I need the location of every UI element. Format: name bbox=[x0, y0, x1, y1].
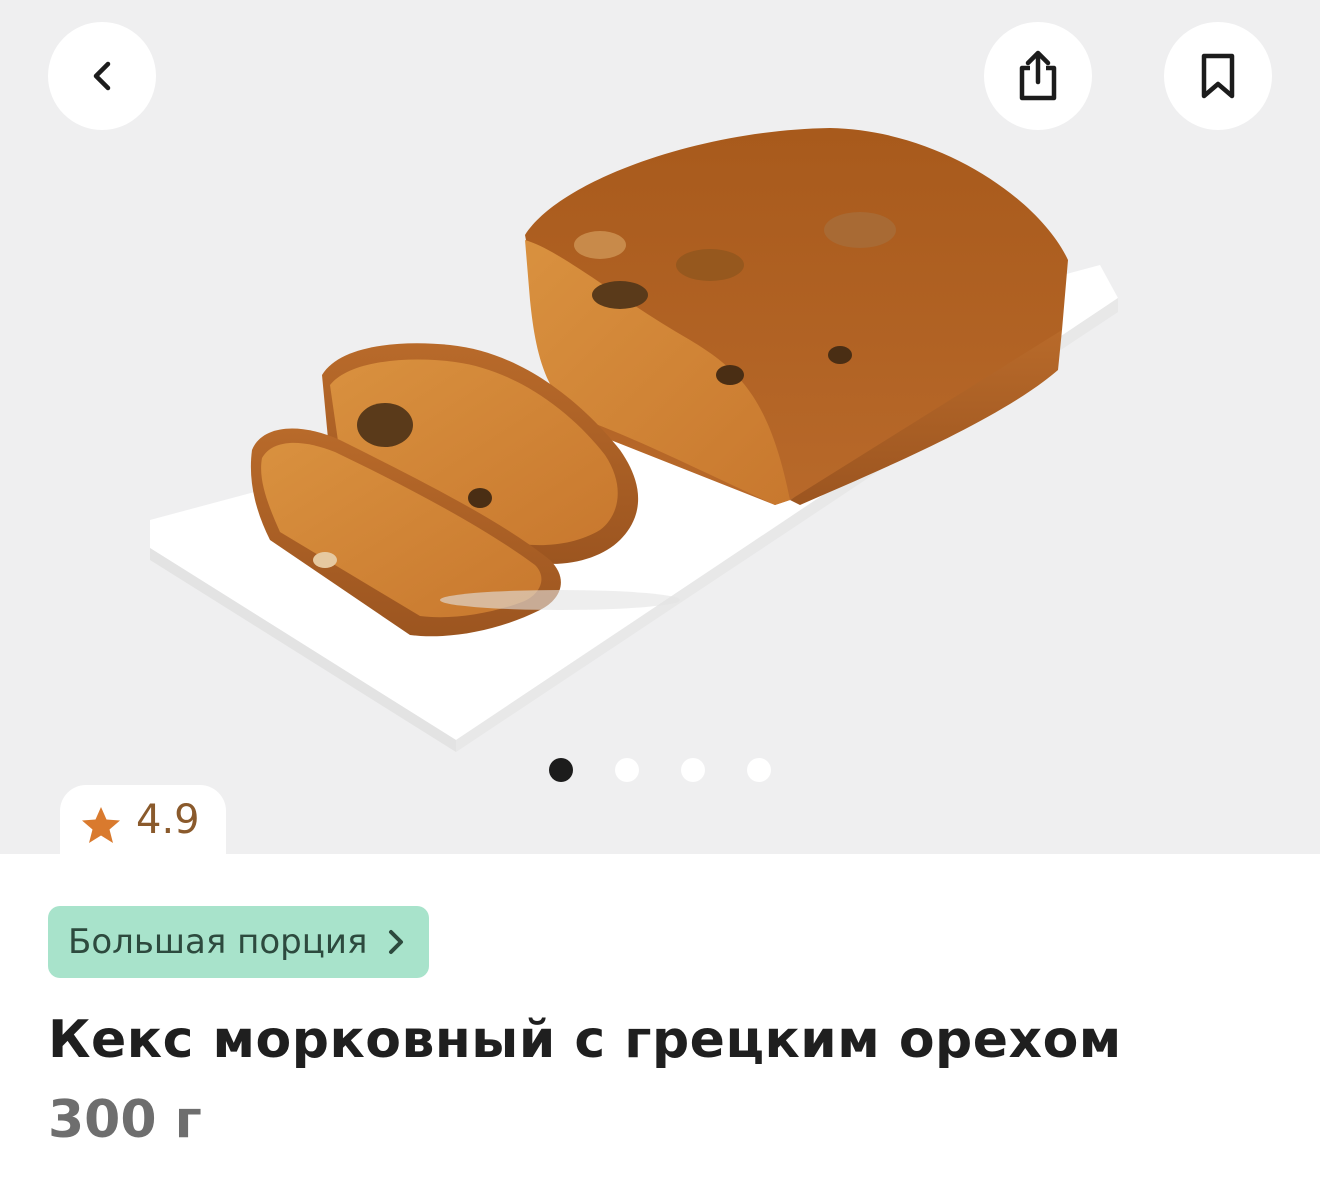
chevron-left-icon bbox=[93, 61, 111, 91]
product-photo bbox=[150, 128, 1118, 752]
product-title: Кекс морковный с грецким орехом bbox=[48, 1010, 1122, 1070]
product-weight: 300 г bbox=[48, 1090, 202, 1150]
star-icon bbox=[82, 807, 120, 843]
back-button[interactable] bbox=[48, 22, 156, 130]
bookmark-icon bbox=[1201, 53, 1235, 99]
share-icon bbox=[1019, 50, 1057, 101]
portion-chip-label: Большая порция bbox=[68, 922, 368, 962]
bookmark-button[interactable] bbox=[1164, 22, 1272, 130]
share-button[interactable] bbox=[984, 22, 1092, 130]
gallery-pagination bbox=[549, 758, 771, 782]
portion-chip[interactable]: Большая порция bbox=[48, 906, 430, 978]
gallery-dot[interactable] bbox=[681, 758, 705, 782]
chevron-right-icon bbox=[389, 930, 404, 954]
gallery-dot-active[interactable] bbox=[549, 758, 573, 782]
rating-value: 4.9 bbox=[136, 797, 200, 843]
gallery-dot[interactable] bbox=[747, 758, 771, 782]
rating-badge: 4.9 bbox=[60, 785, 226, 875]
product-image-gallery[interactable] bbox=[0, 0, 1320, 855]
gallery-dot[interactable] bbox=[615, 758, 639, 782]
